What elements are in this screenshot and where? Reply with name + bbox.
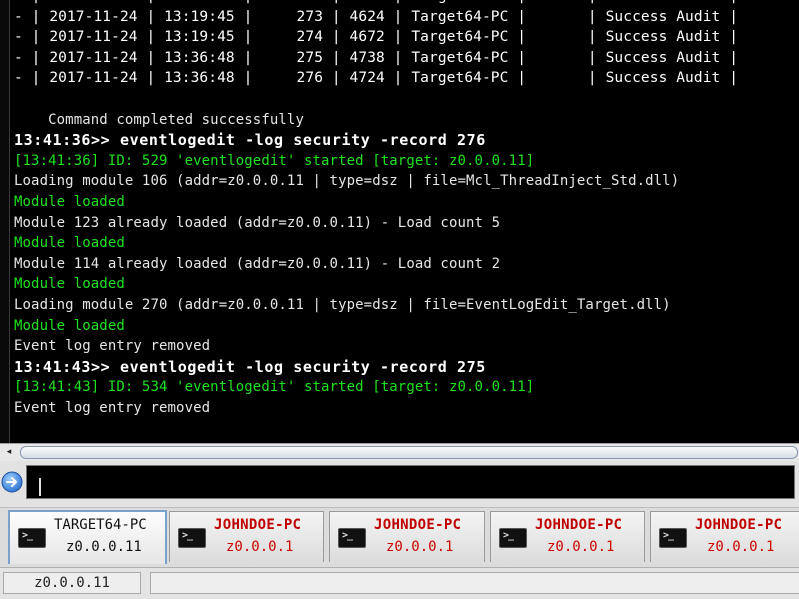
tab-host-address: z0.0.0.1 (226, 539, 294, 555)
terminal-output[interactable]: - | 2017-11-24 | 13:19:22 | 272 | 4672 |… (0, 0, 799, 443)
tab-host-name: JOHNDOE-PC (214, 517, 302, 533)
terminal-line: - | 2017-11-24 | 13:19:45 | 273 | 4624 |… (14, 8, 739, 25)
arrow-circle-icon[interactable] (1, 471, 23, 493)
terminal-line: Module loaded (14, 276, 125, 293)
tab-target-4[interactable]: JOHNDOE-PC z0.0.0.1 (650, 511, 799, 562)
tab-host-name: JOHNDOE-PC (695, 517, 783, 533)
status-target-address: z0.0.0.11 (3, 572, 141, 594)
terminal-line: - | 2017-11-24 | 13:36:48 | 275 | 4738 |… (14, 49, 739, 66)
terminal-line: Event log entry removed (14, 399, 211, 416)
status-bar: z0.0.0.11 (0, 567, 799, 599)
terminal-icon (178, 528, 206, 548)
tab-host-name: JOHNDOE-PC (535, 517, 623, 533)
scrollbar-thumb[interactable] (20, 446, 798, 459)
command-bar (0, 461, 799, 507)
terminal-lines: - | 2017-11-24 | 13:19:22 | 272 | 4672 |… (14, 0, 799, 418)
target-tab-bar: TARGET64-PCz0.0.0.11JOHNDOE-PCz0.0.0.1JO… (0, 507, 799, 568)
terminal-line: Command completed successfully (14, 111, 304, 128)
terminal-line: Module 114 already loaded (addr=z0.0.0.1… (14, 255, 501, 272)
terminal-icon (659, 528, 687, 548)
tab-host-name: JOHNDOE-PC (374, 517, 462, 533)
terminal-line: Module loaded (14, 235, 125, 252)
tab-host-address: z0.0.0.1 (547, 539, 615, 555)
terminal-line: Module 123 already loaded (addr=z0.0.0.1… (14, 214, 501, 231)
scroll-left-icon[interactable]: ◂ (1, 445, 17, 459)
terminal-line: 13:41:36>> eventlogedit -log security -r… (14, 131, 486, 150)
terminal-icon (499, 528, 527, 548)
terminal-icon (18, 528, 46, 548)
terminal-line: [13:41:36] ID: 529 'eventlogedit' starte… (14, 152, 535, 169)
tab-host-address: z0.0.0.1 (707, 539, 775, 555)
tab-target-3[interactable]: JOHNDOE-PC z0.0.0.1 (490, 511, 645, 562)
tab-target-2[interactable]: JOHNDOE-PC z0.0.0.1 (329, 511, 485, 562)
terminal-line: Module loaded (14, 317, 125, 334)
terminal-line: 13:41:43>> eventlogedit -log security -r… (14, 357, 486, 376)
horizontal-scrollbar[interactable]: ◂ (0, 443, 799, 462)
terminal-left-gutter (0, 0, 10, 443)
terminal-line: Loading module 106 (addr=z0.0.0.11 | typ… (14, 173, 680, 190)
terminal-icon (338, 528, 366, 548)
status-message (150, 572, 799, 594)
command-input[interactable] (26, 465, 795, 499)
terminal-line: - | 2017-11-24 | 13:36:48 | 276 | 4724 |… (14, 70, 739, 87)
terminal-line: [13:41:43] ID: 534 'eventlogedit' starte… (14, 379, 535, 396)
terminal-line: - | 2017-11-24 | 13:19:45 | 274 | 4672 |… (14, 29, 739, 46)
terminal-line: Loading module 270 (addr=z0.0.0.11 | typ… (14, 296, 671, 313)
terminal-line: Module loaded (14, 193, 125, 210)
terminal-line: - | 2017-11-24 | 13:19:22 | 272 | 4672 |… (14, 0, 799, 7)
tab-target-0[interactable]: TARGET64-PC z0.0.0.11 (8, 510, 167, 564)
tab-host-address: z0.0.0.11 (66, 539, 142, 555)
tab-host-name: TARGET64-PC (54, 517, 147, 533)
tab-target-1[interactable]: JOHNDOE-PC z0.0.0.1 (169, 511, 324, 562)
terminal-line: Event log entry removed (14, 338, 211, 355)
tab-host-address: z0.0.0.1 (386, 539, 454, 555)
text-caret (39, 478, 41, 496)
